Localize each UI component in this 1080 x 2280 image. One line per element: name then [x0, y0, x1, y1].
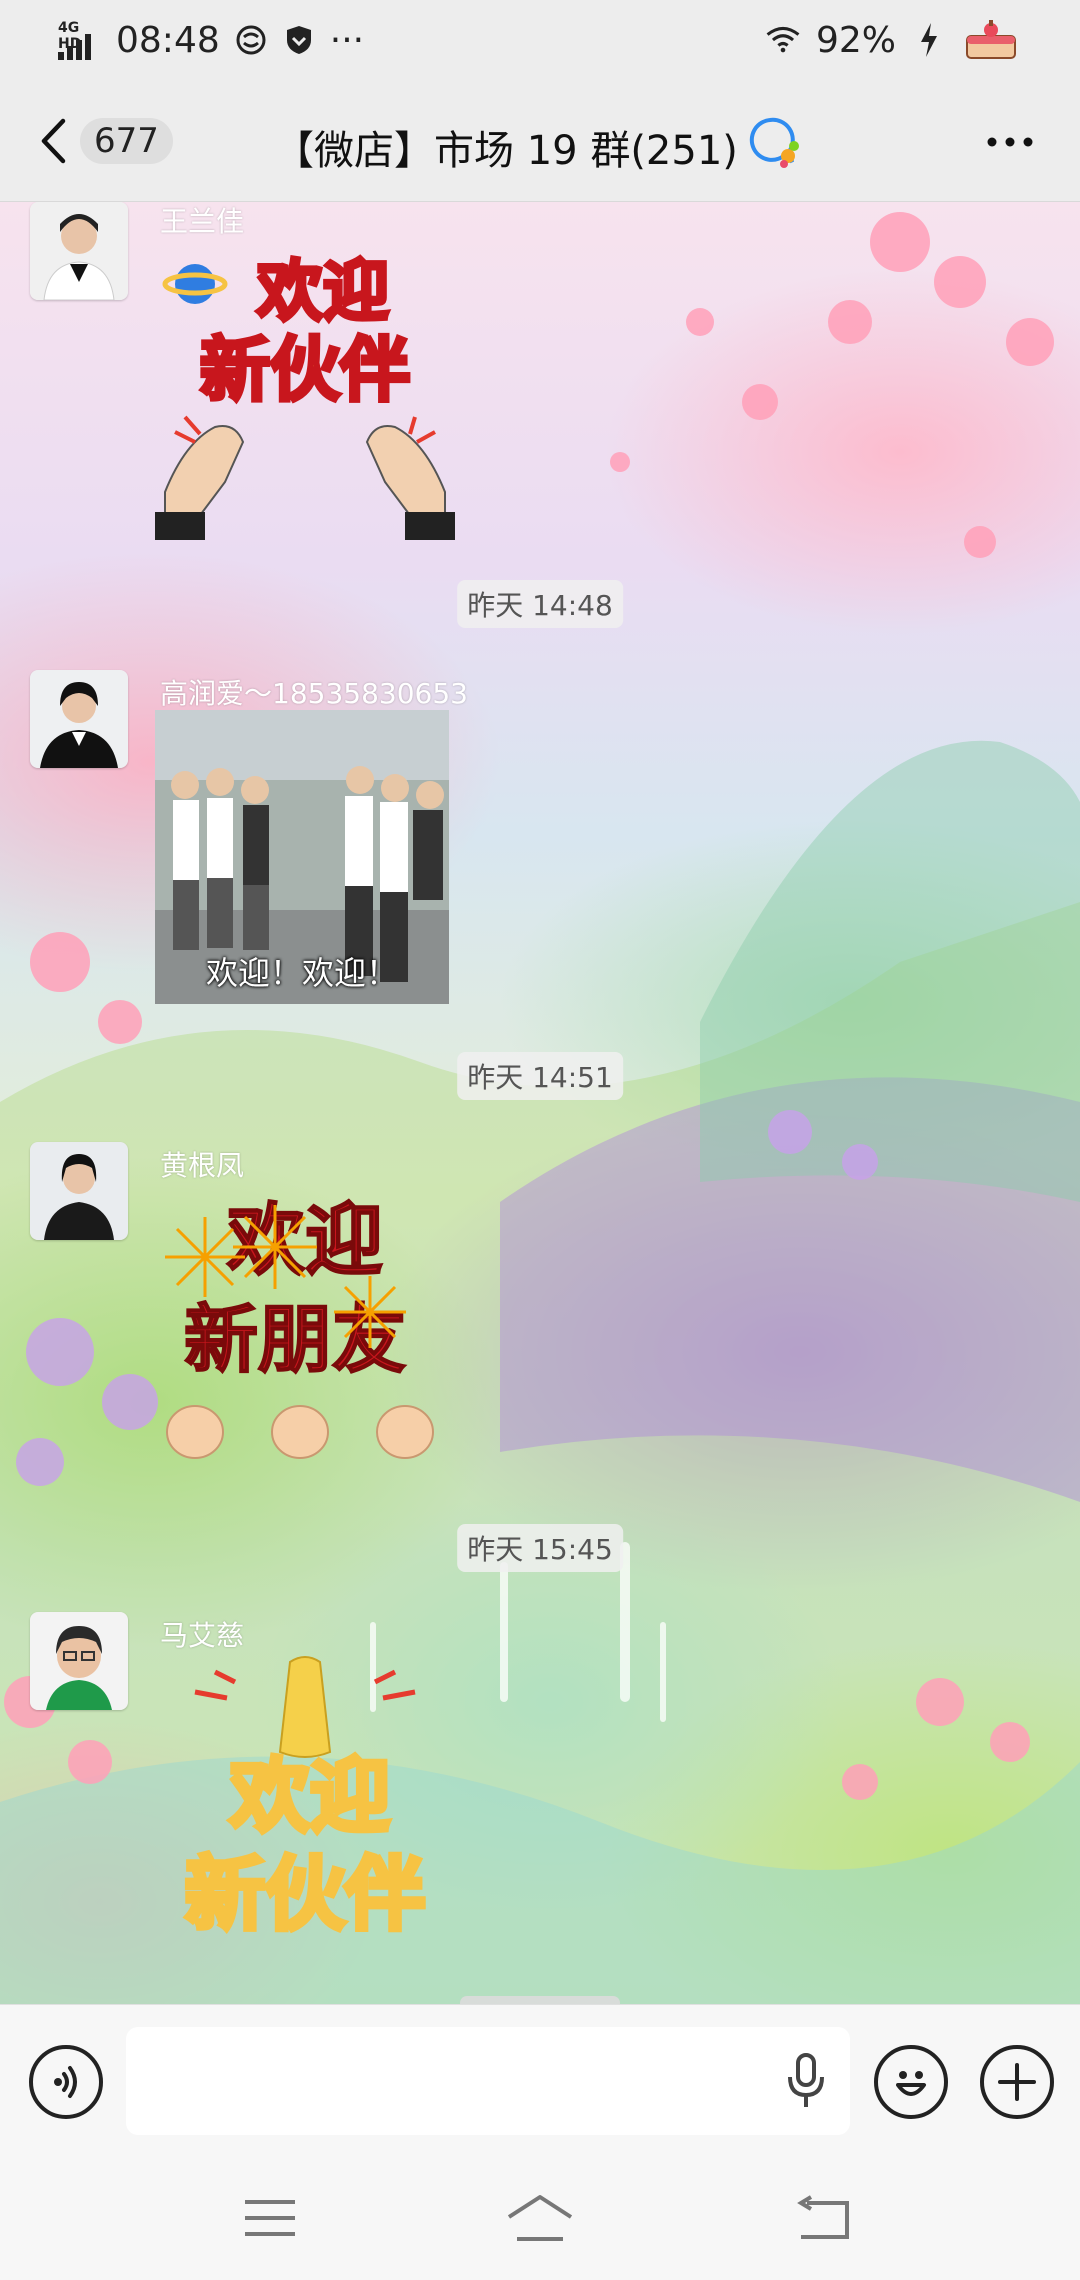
emoji-button[interactable]	[874, 2045, 948, 2119]
clapping-hands-icon	[166, 1405, 434, 1459]
back-nav-button[interactable]	[790, 2188, 860, 2248]
sticker-message[interactable]: 欢迎 新伙伴	[155, 1652, 455, 1952]
sticker-text: 新伙伴	[185, 1848, 425, 1941]
system-navigation-bar	[0, 2158, 1080, 2280]
microphone-icon[interactable]	[786, 2051, 826, 2111]
sender-name: 王兰佳	[160, 205, 245, 238]
status-time: 08:48	[116, 19, 220, 61]
avatar[interactable]	[30, 1142, 128, 1240]
back-button[interactable]	[28, 114, 78, 168]
shield-icon	[282, 23, 316, 57]
unread-count-badge[interactable]: 677	[80, 118, 173, 164]
back-arrow-icon	[797, 2195, 849, 2239]
voice-mode-button[interactable]	[29, 2045, 103, 2119]
sticker-message[interactable]: 欢迎 新朋友	[155, 1187, 455, 1487]
battery-cake-icon	[962, 17, 1022, 63]
recent-apps-button[interactable]	[235, 2188, 305, 2248]
message-input-bar	[0, 2004, 1080, 2159]
sticker-message[interactable]: 欢迎 新伙伴	[155, 242, 455, 542]
cellular-signal-icon: 4G HD	[58, 20, 102, 60]
scroll-to-bottom-indicator[interactable]	[460, 1996, 620, 2004]
sticker-text: 欢迎	[229, 1750, 390, 1843]
app-notification-icon	[234, 23, 268, 57]
avatar[interactable]	[30, 1612, 128, 1710]
avatar[interactable]	[30, 670, 128, 768]
timestamp: 昨天 14:51	[457, 1052, 623, 1100]
more-icon	[987, 137, 1033, 147]
group-chat-icon	[744, 116, 800, 168]
voice-icon	[54, 2066, 77, 2098]
wifi-icon	[766, 23, 800, 57]
battery-percent: 92%	[815, 19, 896, 61]
sticker-text: 新伙伴	[200, 329, 410, 411]
image-message[interactable]: 欢迎！欢迎！	[155, 710, 449, 1004]
message-text-input[interactable]	[126, 2027, 850, 2135]
timestamp: 昨天 14:48	[457, 580, 623, 628]
clapping-hands-icon	[155, 415, 455, 540]
sender-name: 黄根凤	[160, 1149, 245, 1182]
chevron-left-icon	[41, 118, 66, 164]
sender-name: 高润爱～18535830653	[160, 677, 468, 710]
more-notifications-icon: ···	[329, 19, 365, 61]
image-caption: 欢迎！欢迎！	[205, 954, 398, 992]
sticker-text: 欢迎	[256, 253, 389, 330]
plus-icon	[998, 2063, 1036, 2101]
menu-icon	[245, 2200, 295, 2236]
chat-title: 【微店】市场 19 群(251)	[274, 128, 738, 174]
more-functions-button[interactable]	[980, 2045, 1054, 2119]
praying-hands-icon	[278, 1656, 332, 1758]
chat-header: 677 【微店】市场 19 群(251)	[0, 80, 1080, 202]
status-bar: 4G HD 08:48 ··· 92%	[0, 0, 1080, 80]
emoji-icon	[896, 2071, 926, 2096]
more-options-button[interactable]	[980, 120, 1040, 164]
charging-icon	[912, 23, 946, 57]
home-button[interactable]	[505, 2188, 575, 2248]
sender-name: 马艾慈	[160, 1619, 245, 1652]
avatar[interactable]	[30, 202, 128, 300]
home-icon	[507, 2195, 573, 2241]
timestamp: 昨天 15:45	[457, 1524, 623, 1572]
chat-message-list[interactable]: 王兰佳 欢迎 新伙伴 昨天 14:48 高润爱～18535830653 欢迎！欢…	[0, 202, 1080, 2004]
